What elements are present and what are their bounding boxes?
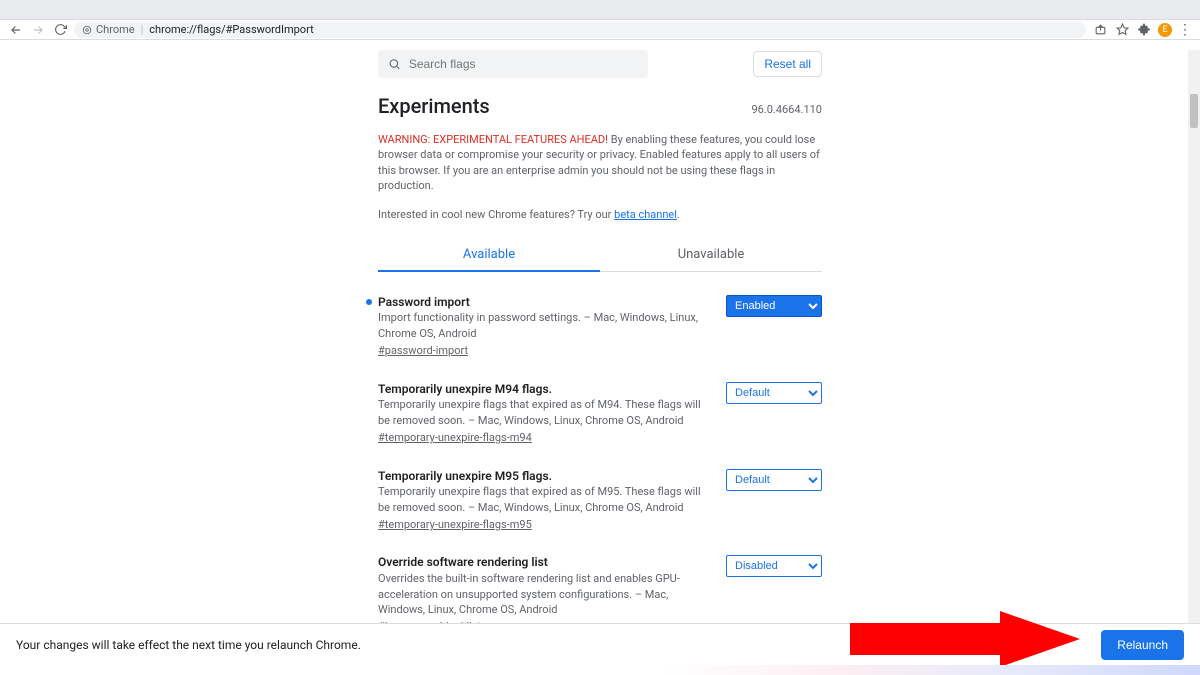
content-column: Experiments 96.0.4664.110 WARNING: EXPER… xyxy=(378,94,822,675)
scrollbar-thumb[interactable] xyxy=(1190,94,1198,128)
flag-description: Import functionality in password setting… xyxy=(378,310,710,341)
scrollbar-track[interactable] xyxy=(1188,50,1200,623)
flag-row: Password importImport functionality in p… xyxy=(378,294,822,359)
forward-button[interactable] xyxy=(30,22,46,38)
relaunch-button[interactable]: Relaunch xyxy=(1101,630,1184,660)
beta-channel-link[interactable]: beta channel xyxy=(614,208,677,221)
profile-avatar[interactable]: E xyxy=(1158,23,1172,37)
search-flags-input[interactable] xyxy=(409,57,638,71)
extensions-icon[interactable] xyxy=(1136,22,1152,38)
flag-anchor-link[interactable]: #temporary-unexpire-flags-m94 xyxy=(378,430,532,445)
flag-title: Override software rendering list xyxy=(378,554,710,571)
flag-title: Temporarily unexpire M94 flags. xyxy=(378,381,710,398)
flag-row: Temporarily unexpire M94 flags.Temporari… xyxy=(378,381,822,446)
share-icon[interactable] xyxy=(1092,22,1108,38)
bottom-gradient xyxy=(0,665,1200,675)
modified-dot-icon xyxy=(366,299,372,305)
flag-description: Temporarily unexpire flags that expired … xyxy=(378,397,710,428)
search-flags-box[interactable] xyxy=(378,50,648,78)
flag-anchor-link[interactable]: #password-import xyxy=(378,343,468,358)
relaunch-message: Your changes will take effect the next t… xyxy=(16,638,361,652)
flag-row: Temporarily unexpire M95 flags.Temporari… xyxy=(378,468,822,533)
kebab-menu-icon[interactable]: ⋮ xyxy=(1178,23,1192,37)
flag-title: Password import xyxy=(378,294,710,311)
tab-available[interactable]: Available xyxy=(378,239,600,272)
flag-description: Overrides the built-in software renderin… xyxy=(378,571,710,617)
flag-anchor-link[interactable]: #temporary-unexpire-flags-m95 xyxy=(378,517,532,532)
flag-title: Temporarily unexpire M95 flags. xyxy=(378,468,710,485)
search-icon xyxy=(388,57,401,71)
browser-chip-label: Chrome xyxy=(96,23,135,36)
flag-state-select[interactable]: DefaultEnabledDisabled xyxy=(726,295,822,317)
flag-state-select[interactable]: DefaultEnabledDisabled xyxy=(726,555,822,577)
warning-text: WARNING: EXPERIMENTAL FEATURES AHEAD! By… xyxy=(378,132,822,194)
page-title: Experiments xyxy=(378,94,490,118)
tab-strip xyxy=(0,0,1200,20)
flag-state-select[interactable]: DefaultEnabledDisabled xyxy=(726,382,822,404)
flag-text: Temporarily unexpire M94 flags.Temporari… xyxy=(378,381,710,446)
star-icon[interactable] xyxy=(1114,22,1130,38)
warning-prefix: WARNING: EXPERIMENTAL FEATURES AHEAD! xyxy=(378,133,608,146)
flag-select-wrap: DefaultEnabledDisabled xyxy=(726,381,822,446)
flag-text: Password importImport functionality in p… xyxy=(378,294,710,359)
flag-select-wrap: DefaultEnabledDisabled xyxy=(726,468,822,533)
version-label: 96.0.4664.110 xyxy=(751,103,822,116)
flag-select-wrap: DefaultEnabledDisabled xyxy=(726,294,822,359)
back-button[interactable] xyxy=(8,22,24,38)
flag-text: Temporarily unexpire M95 flags.Temporari… xyxy=(378,468,710,533)
reload-button[interactable] xyxy=(52,22,68,38)
tab-unavailable[interactable]: Unavailable xyxy=(600,239,822,272)
flag-description: Temporarily unexpire flags that expired … xyxy=(378,484,710,515)
chrome-icon xyxy=(82,25,92,35)
beta-text: Interested in cool new Chrome features? … xyxy=(378,208,822,221)
tabs: Available Unavailable xyxy=(378,239,822,272)
browser-toolbar: Chrome | chrome://flags/#PasswordImport … xyxy=(0,20,1200,40)
url-separator: | xyxy=(141,23,144,36)
annotation-arrow-icon xyxy=(850,611,1080,667)
reset-all-button[interactable]: Reset all xyxy=(753,51,822,77)
address-bar[interactable]: Chrome | chrome://flags/#PasswordImport xyxy=(74,22,1086,38)
page-body: Reset all Experiments 96.0.4664.110 WARN… xyxy=(0,50,1200,675)
flag-state-select[interactable]: DefaultEnabledDisabled xyxy=(726,469,822,491)
url-text: chrome://flags/#PasswordImport xyxy=(149,23,313,36)
